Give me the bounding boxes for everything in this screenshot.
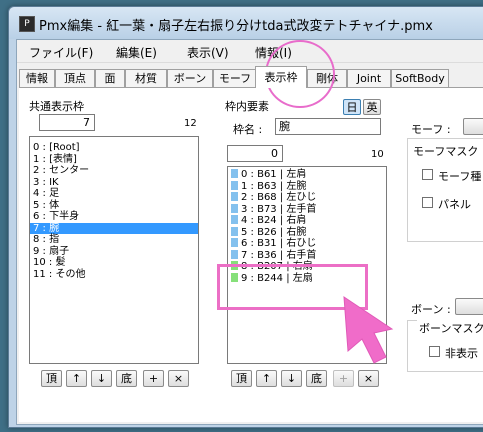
element-type-marker [231,192,238,201]
title-bar[interactable]: P Pmx編集 - 紅一葉・扇子左右振り分けtda式改変テトチャイナ.pmx [9,7,483,39]
frame-list-item[interactable]: 10 : 髪 [30,257,198,269]
common-frame-header: 共通表示枠 [29,100,84,113]
morph-label: モーフ : [411,123,451,136]
frame-name-input[interactable]: 腕 [275,118,381,135]
element-list-item[interactable]: 6 : B31 | 右ひじ [228,238,386,250]
morph-type-label: モーフ種 [438,170,482,183]
frame-top-button[interactable]: 頂 [41,370,62,387]
tab-strip: 情報 頂点 面 材質 ボーン モーフ 表示枠 剛体 Joint SoftBody [17,66,483,88]
element-type-marker [231,180,238,190]
element-label: 6 : B31 | 右ひじ [241,238,317,249]
element-list-item[interactable]: 4 : B24 | 右肩 [228,215,386,227]
element-list-item[interactable]: 3 : B73 | 左手首 [228,203,386,216]
element-bottom-button[interactable]: 底 [306,370,327,387]
tab-display-frame[interactable]: 表示枠 [255,66,307,88]
lang-en-button[interactable]: 英 [363,99,381,115]
element-list-item[interactable]: 7 : B36 | 右手首 [228,249,386,262]
element-label: 4 : B24 | 右肩 [241,215,307,226]
frame-elements-header: 枠内要素 [225,100,269,113]
element-list-item[interactable]: 0 : B61 | 左肩 [228,169,386,181]
element-count: 10 [371,149,384,160]
frame-bottom-button[interactable]: 底 [116,370,137,387]
panel-label: パネル [438,198,471,211]
tab-morph[interactable]: モーフ [213,69,257,87]
frame-up-button[interactable]: ↑ [66,370,87,387]
element-index-input[interactable]: 0 [227,145,283,162]
annotation-cursor-icon [343,296,394,364]
frame-down-button[interactable]: ↓ [91,370,112,387]
panel-checkbox[interactable] [422,197,433,208]
frame-list-item[interactable]: 4 : 足 [30,188,198,200]
morph-mask-label: モーフマスク [411,143,481,159]
tab-bone[interactable]: ボーン [167,69,213,87]
tab-joint[interactable]: Joint [347,69,391,87]
morph-type-checkbox[interactable] [422,169,433,180]
frame-name-label: 枠名 : [233,123,263,136]
frame-list-item[interactable]: 7 : 腕 [30,222,198,234]
element-label: 1 : B63 | 左腕 [241,180,307,192]
element-type-marker [231,215,238,224]
frame-list-item[interactable]: 3 : IK [30,177,198,189]
frame-list-item[interactable]: 11 : その他 [30,269,198,281]
tab-face[interactable]: 面 [95,69,125,87]
main-window: P Pmx編集 - 紅一葉・扇子左右振り分けtda式改変テトチャイナ.pmx フ… [8,6,483,428]
frame-count: 12 [184,118,197,129]
bone-mask-label: ボーンマスク [417,320,483,336]
bone-select[interactable] [455,298,483,315]
element-label: 5 : B26 | 右腕 [241,226,307,238]
frame-list-item[interactable]: 1 : [表情] [30,154,198,166]
app-icon: P [19,16,35,32]
bone-label: ボーン : [411,303,451,316]
tab-softbody[interactable]: SoftBody [391,69,449,87]
element-list-item[interactable]: 5 : B26 | 右腕 [228,226,386,239]
common-frame-list[interactable]: 0 : [Root] 1 : [表情] 2 : センター 3 : IK 4 : 足5 :… [29,136,199,364]
frame-list-item[interactable]: 8 : 指 [30,234,198,246]
frame-list-item[interactable]: 9 : 扇子 [30,246,198,258]
frame-list-item[interactable]: 0 : [Root] [30,142,198,154]
element-add-button[interactable]: + [333,370,354,387]
element-label: 3 : B73 | 左手首 [241,203,317,215]
element-down-button[interactable]: ↓ [281,370,302,387]
frame-list-item[interactable]: 6 : 下半身 [30,211,198,223]
hidden-checkbox[interactable] [429,346,440,357]
morph-select[interactable] [463,118,483,135]
frame-list-item[interactable]: 2 : センター [30,165,198,177]
frame-list-item[interactable]: 5 : 体 [30,200,198,212]
element-label: 0 : B61 | 左肩 [241,169,307,180]
client-area: ファイル(F) 編集(E) 表示(V) 情報(I) 情報 頂点 面 材質 ボーン… [16,39,483,425]
element-top-button[interactable]: 頂 [231,370,252,387]
menu-file[interactable]: ファイル(F) [29,44,93,61]
frame-delete-button[interactable]: × [168,370,189,387]
element-type-marker [231,226,238,236]
element-label: 7 : B36 | 右手首 [241,249,317,261]
menu-bar: ファイル(F) 編集(E) 表示(V) 情報(I) [17,40,483,63]
menu-view[interactable]: 表示(V) [187,44,229,61]
tab-info[interactable]: 情報 [19,69,55,87]
window-title: Pmx編集 - 紅一葉・扇子左右振り分けtda式改変テトチャイナ.pmx [39,19,433,34]
element-up-button[interactable]: ↑ [256,370,277,387]
element-type-marker [231,203,238,213]
element-delete-button[interactable]: × [358,370,379,387]
element-label: 2 : B68 | 左ひじ [241,192,317,203]
element-type-marker [231,249,238,259]
frame-add-button[interactable]: + [143,370,164,387]
tab-vertex[interactable]: 頂点 [55,69,95,87]
tab-material[interactable]: 材質 [125,69,167,87]
element-type-marker [231,238,238,247]
element-list-item[interactable]: 2 : B68 | 左ひじ [228,192,386,204]
display-frame-panel: 共通表示枠 7 12 0 : [Root] 1 : [表情] 2 : センター 3 :… [19,87,483,422]
menu-edit[interactable]: 編集(E) [116,44,157,61]
lang-jp-button[interactable]: 日 [343,99,361,115]
element-list-item[interactable]: 1 : B63 | 左腕 [228,180,386,193]
frame-index-input[interactable]: 7 [39,114,95,131]
element-type-marker [231,169,238,178]
hidden-label: 非表示 [445,347,478,360]
